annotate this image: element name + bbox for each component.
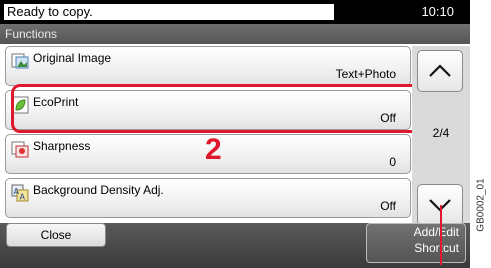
close-button[interactable]: Close xyxy=(6,223,106,247)
ecoprint-highlight-frame xyxy=(11,84,428,133)
function-item-background-density[interactable]: A A Background Density Adj. Off xyxy=(5,178,411,218)
item-value: Off xyxy=(380,199,396,213)
add-edit-shortcut-button[interactable]: Add/Edit Shortcut xyxy=(366,223,466,263)
screen-title: Functions xyxy=(0,24,470,44)
item-label: Original Image xyxy=(33,51,112,65)
svg-text:A: A xyxy=(20,193,26,202)
scroll-up-button[interactable] xyxy=(417,50,463,92)
function-item-original-image[interactable]: Original Image Text+Photo xyxy=(5,46,411,86)
figure-code: GB0002_01 xyxy=(471,150,491,260)
page-indicator: 2/4 xyxy=(432,126,450,140)
figure-code-text: GB0002_01 xyxy=(475,178,487,232)
original-image-icon xyxy=(11,53,29,69)
copy-functions-screen: Ready to copy. 10:10 Functions Original … xyxy=(0,0,470,268)
item-value: 0 xyxy=(389,155,396,169)
item-value: Text+Photo xyxy=(335,67,396,81)
sharpness-icon xyxy=(11,141,29,158)
item-label: Background Density Adj. xyxy=(33,183,164,197)
shortcut-label-line2: Shortcut xyxy=(414,241,459,255)
item-label: Sharpness xyxy=(33,139,91,153)
bottom-bar: Close Add/Edit Shortcut xyxy=(0,223,470,268)
callout-leader-line xyxy=(440,205,442,265)
step-callout-number: 2 xyxy=(205,133,222,166)
status-time: 10:10 xyxy=(421,4,454,19)
status-bar: Ready to copy. 10:10 xyxy=(0,0,470,24)
chevron-up-icon xyxy=(429,64,451,77)
shortcut-label-line1: Add/Edit xyxy=(413,225,459,239)
status-message: Ready to copy. xyxy=(4,4,334,20)
background-density-icon: A A xyxy=(11,184,29,202)
